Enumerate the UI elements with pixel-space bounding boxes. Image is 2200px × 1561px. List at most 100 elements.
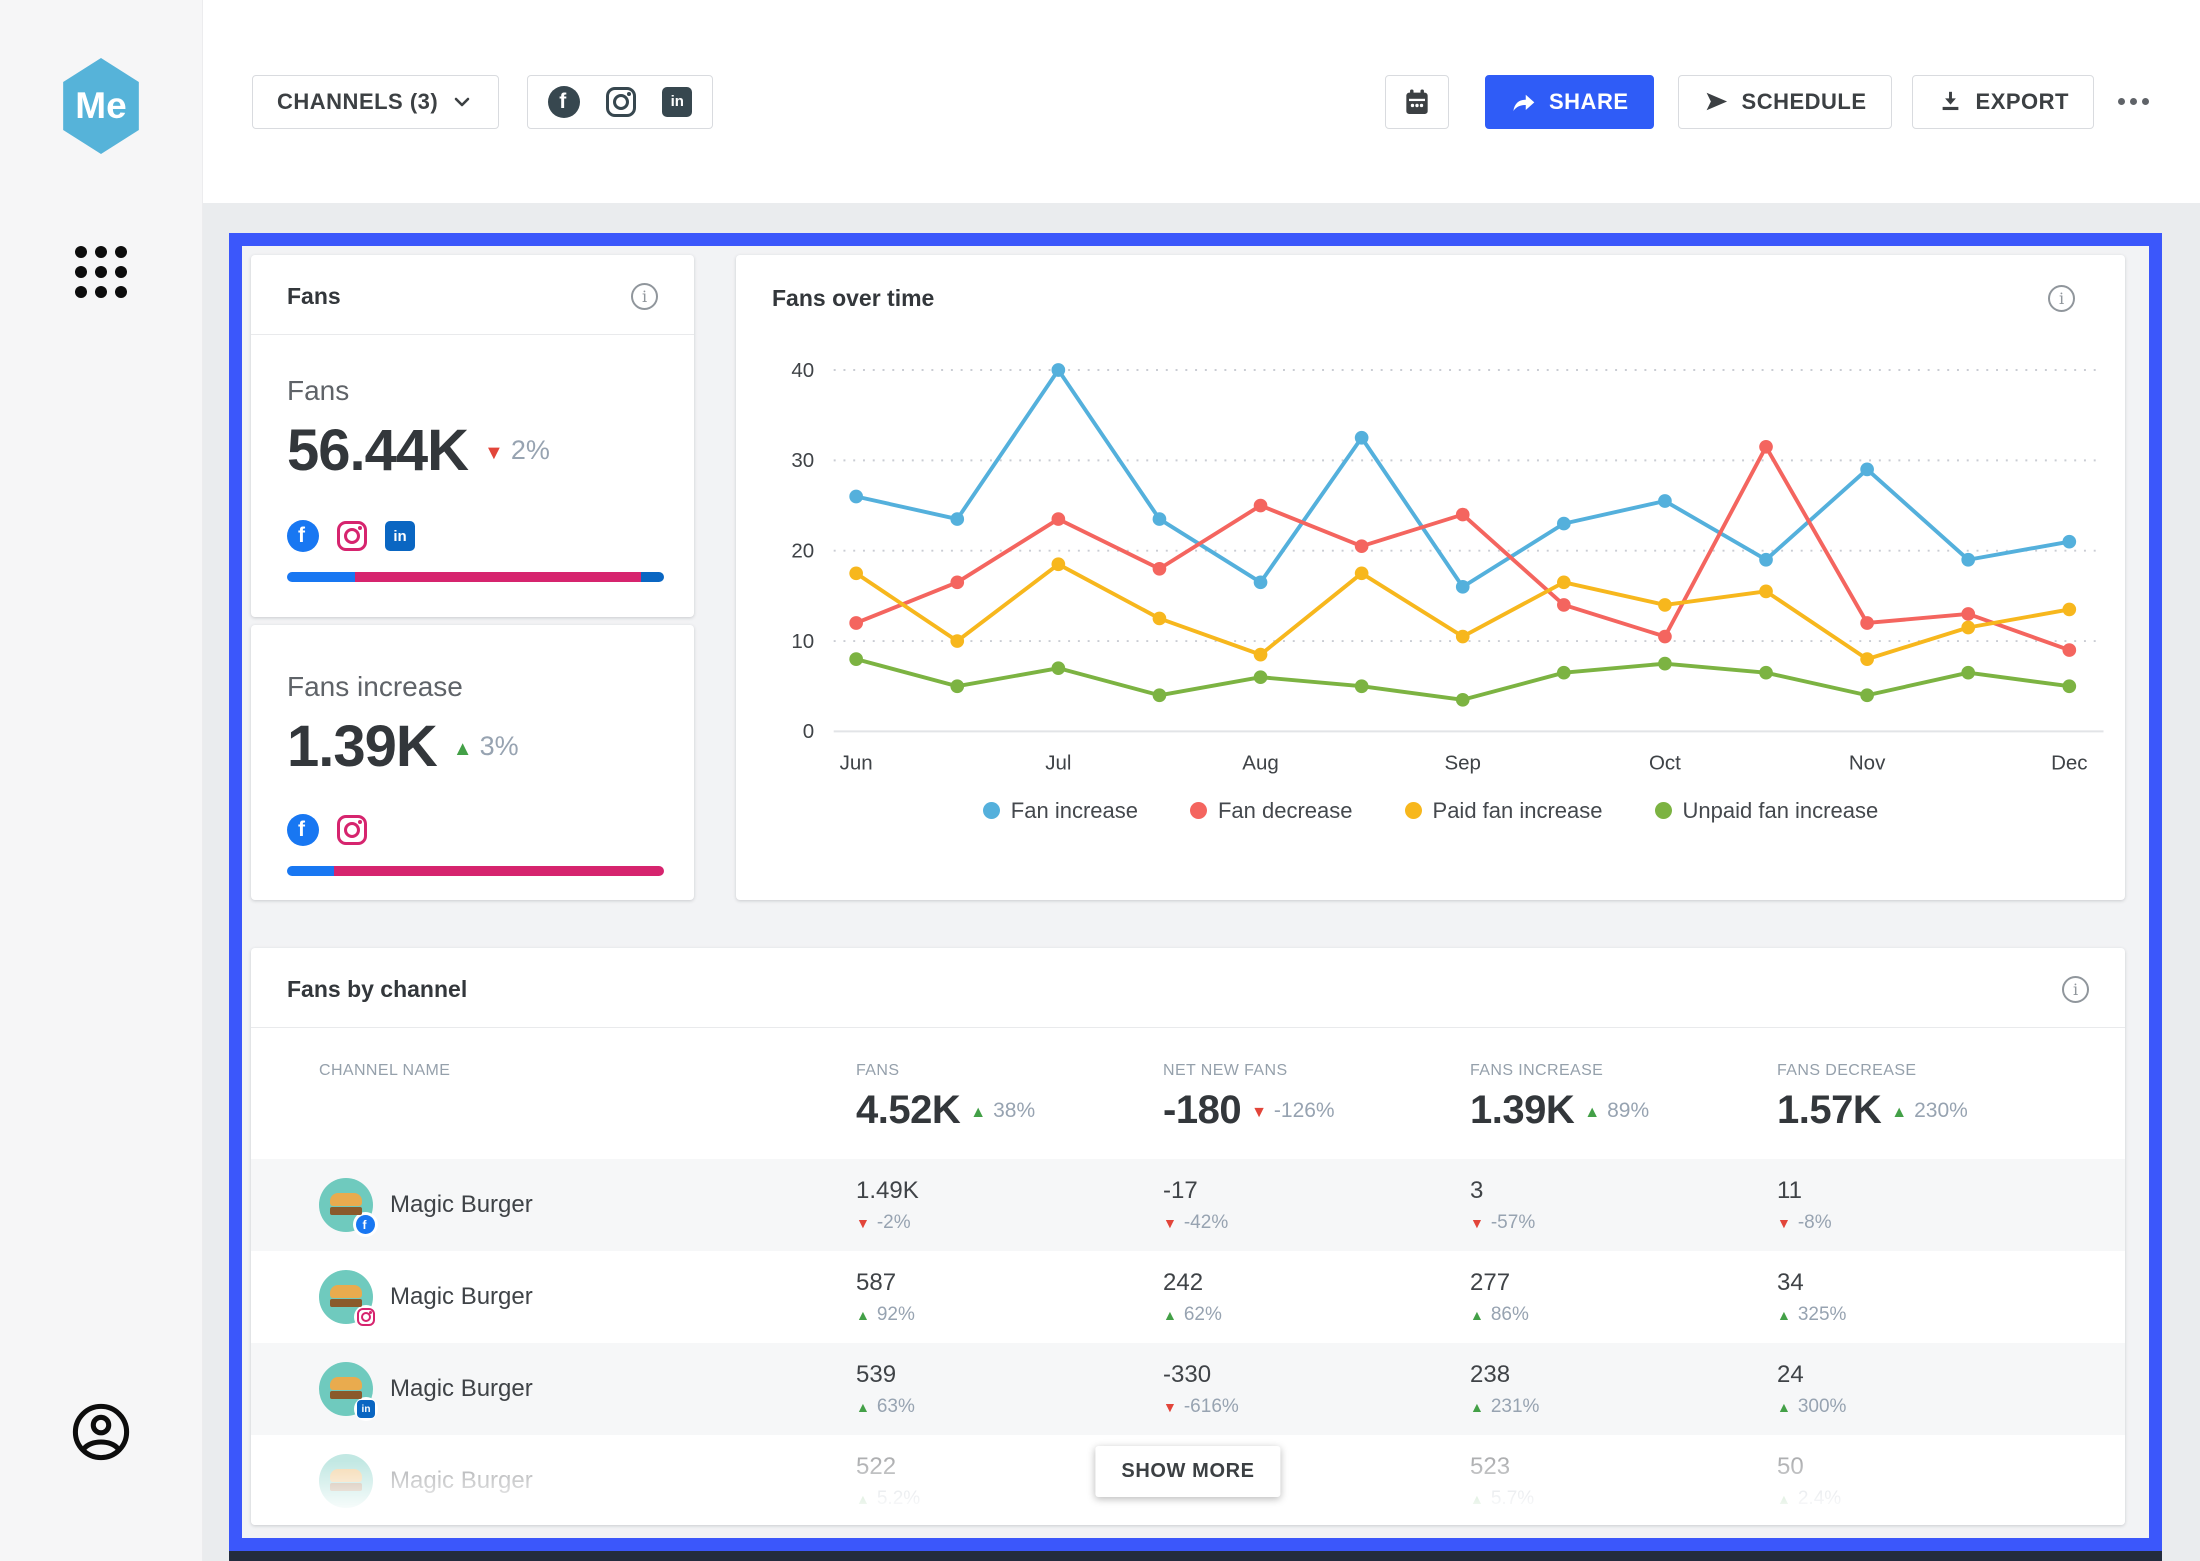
chart-title: Fans over time bbox=[772, 285, 934, 312]
up-triangle-icon: ▲ bbox=[1584, 1105, 1600, 1121]
instagram-icon[interactable] bbox=[606, 87, 636, 117]
metric-delta: ▼-57% bbox=[1470, 1212, 1535, 1234]
up-triangle-icon: ▲ bbox=[1470, 1492, 1484, 1506]
table-title: Fans by channel bbox=[287, 976, 467, 1003]
table-header-row: CHANNEL NAME FANS4.52K▲38%NET NEW FANS-1… bbox=[251, 1028, 2125, 1159]
channel-avatar bbox=[319, 1362, 373, 1416]
metric-delta: ▼ -616% bbox=[1163, 1396, 1239, 1418]
stat-label: Fans bbox=[287, 375, 664, 407]
metric-value: 587 bbox=[856, 1269, 1163, 1297]
legend-label: Fan decrease bbox=[1218, 798, 1353, 824]
svg-text:40: 40 bbox=[791, 359, 814, 382]
main-area: CHANNELS (3) bbox=[203, 0, 2200, 1561]
facebook-icon bbox=[356, 1215, 375, 1234]
metric-cell: -17▼-42% bbox=[1163, 1177, 1470, 1234]
up-triangle-icon: ▲ bbox=[1163, 1308, 1177, 1322]
legend-dot bbox=[1190, 802, 1207, 819]
channel-name: Magic Burger bbox=[390, 1191, 533, 1219]
channels-dropdown-label: CHANNELS (3) bbox=[277, 89, 438, 115]
chevron-down-icon bbox=[450, 90, 474, 114]
sidebar: Me bbox=[0, 0, 203, 1561]
delta-percent: -57% bbox=[1491, 1212, 1535, 1234]
more-options-button[interactable] bbox=[2112, 88, 2155, 115]
delta-percent: 230% bbox=[1914, 1099, 1968, 1123]
delta-percent: 63% bbox=[877, 1396, 915, 1418]
metric-cell: 24▲300% bbox=[1777, 1361, 2125, 1418]
channel-avatar bbox=[319, 1454, 373, 1508]
metric-value: 11 bbox=[1777, 1177, 2125, 1205]
column-label: FANS bbox=[856, 1062, 1163, 1080]
metric-delta: ▲300% bbox=[1777, 1396, 1846, 1418]
fans-card: Fans Fans 56.44K ▼2% bbox=[251, 255, 694, 617]
delta-percent: -126% bbox=[1274, 1099, 1335, 1123]
up-triangle-icon: ▲ bbox=[453, 739, 473, 759]
share-icon bbox=[1510, 88, 1537, 115]
info-icon[interactable] bbox=[2048, 285, 2075, 312]
channel-network-badge bbox=[354, 1305, 378, 1329]
app-logo[interactable]: Me bbox=[58, 58, 144, 154]
svg-text:Aug: Aug bbox=[1242, 752, 1278, 775]
export-button[interactable]: EXPORT bbox=[1912, 75, 2094, 129]
svg-text:0: 0 bbox=[803, 720, 814, 743]
up-triangle-icon: ▲ bbox=[1891, 1105, 1907, 1121]
delta-percent: 38% bbox=[993, 1099, 1035, 1123]
show-more-button[interactable]: SHOW MORE bbox=[1095, 1446, 1280, 1497]
facebook-icon[interactable] bbox=[548, 86, 580, 118]
delta-percent: -616% bbox=[1184, 1396, 1239, 1418]
instagram-icon bbox=[337, 815, 367, 845]
metric-value: 34 bbox=[1777, 1269, 2125, 1297]
up-triangle-icon: ▲ bbox=[1470, 1400, 1484, 1414]
down-triangle-icon: ▼ bbox=[1163, 1400, 1177, 1414]
metric-cell: 3▼-57% bbox=[1470, 1177, 1777, 1234]
legend-item[interactable]: Fan increase bbox=[983, 798, 1138, 824]
date-range-button[interactable] bbox=[1385, 75, 1449, 129]
facebook-share-segment bbox=[287, 866, 334, 876]
metric-delta: ▲92% bbox=[856, 1304, 915, 1326]
account-icon[interactable] bbox=[69, 1400, 133, 1469]
metric-value: 1.49K bbox=[856, 1177, 1163, 1205]
schedule-button[interactable]: SCHEDULE bbox=[1678, 75, 1892, 129]
metric-delta: ▲ 63% bbox=[856, 1396, 915, 1418]
topbar: CHANNELS (3) bbox=[203, 0, 2200, 203]
svg-text:30: 30 bbox=[791, 449, 814, 472]
up-triangle-icon: ▲ bbox=[856, 1400, 870, 1414]
delta-percent: 5.2% bbox=[877, 1488, 920, 1510]
share-button-label: SHARE bbox=[1549, 89, 1629, 115]
facebook-icon bbox=[287, 520, 319, 552]
legend-item[interactable]: Paid fan increase bbox=[1405, 798, 1603, 824]
channel-name: Magic Burger bbox=[390, 1375, 533, 1403]
delta-percent: 5.7% bbox=[1491, 1488, 1534, 1510]
instagram-icon bbox=[357, 1308, 375, 1326]
column-total-value: -180 bbox=[1163, 1088, 1241, 1133]
linkedin-icon[interactable] bbox=[662, 87, 692, 117]
svg-text:Jul: Jul bbox=[1045, 752, 1071, 775]
legend-item[interactable]: Unpaid fan increase bbox=[1655, 798, 1879, 824]
column-total-delta: ▼-126% bbox=[1251, 1099, 1335, 1123]
metric-cell: 587 ▲92% bbox=[856, 1269, 1163, 1326]
delta-percent: 300% bbox=[1798, 1396, 1847, 1418]
fans-by-channel-card: Fans by channel CHANNEL NAME FANS4.52K▲3… bbox=[251, 948, 2125, 1525]
delta-percent: 92% bbox=[877, 1304, 915, 1326]
channel-network-badge bbox=[353, 1212, 378, 1237]
metric-value: -330 bbox=[1163, 1361, 1470, 1389]
column-total-delta: ▲ 230% bbox=[1891, 1099, 1968, 1123]
channels-dropdown[interactable]: CHANNELS (3) bbox=[252, 75, 499, 129]
instagram-share-segment bbox=[355, 572, 642, 582]
up-triangle-icon: ▲ bbox=[1470, 1308, 1484, 1322]
metric-delta: ▲62% bbox=[1163, 1304, 1222, 1326]
column-total-value: 1.39K bbox=[1470, 1088, 1574, 1133]
info-icon[interactable] bbox=[2062, 976, 2089, 1003]
channel-name: Magic Burger bbox=[390, 1283, 533, 1311]
instagram-icon bbox=[337, 521, 367, 551]
schedule-button-label: SCHEDULE bbox=[1742, 89, 1867, 115]
metric-delta: ▲231% bbox=[1470, 1396, 1539, 1418]
legend-item[interactable]: Fan decrease bbox=[1190, 798, 1353, 824]
share-button[interactable]: SHARE bbox=[1485, 75, 1654, 129]
legend-dot bbox=[1405, 802, 1422, 819]
channel-avatar bbox=[319, 1270, 373, 1324]
metric-cell: -330 ▼ -616% bbox=[1163, 1361, 1470, 1418]
info-icon[interactable] bbox=[631, 283, 658, 310]
metric-value: 50 bbox=[1777, 1453, 2125, 1481]
metric-value: 242 bbox=[1163, 1269, 1470, 1297]
apps-grid-icon[interactable] bbox=[75, 246, 127, 298]
